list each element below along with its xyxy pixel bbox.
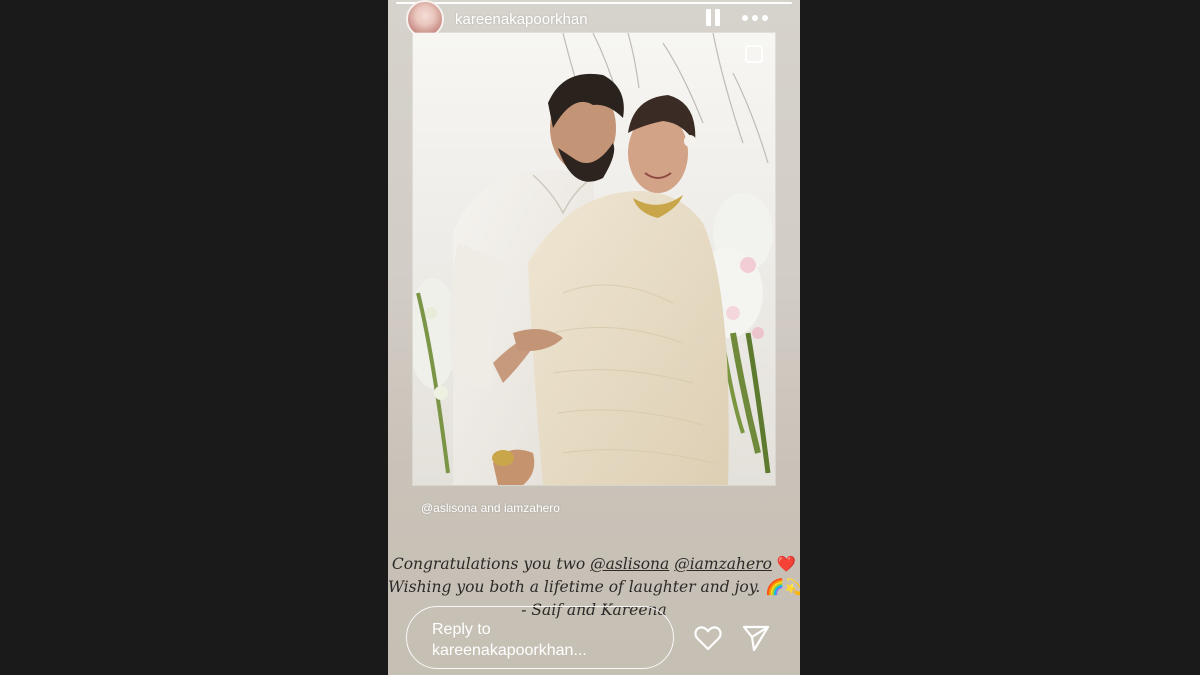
- caption-mention-2[interactable]: @iamzahero: [674, 555, 772, 573]
- instagram-story[interactable]: kareenakapoorkhan @aslisona and iamzaher…: [388, 0, 800, 675]
- mention-handle-1[interactable]: @aslisona: [421, 501, 477, 515]
- pause-icon[interactable]: [706, 9, 722, 27]
- caption-line-1: Congratulations you two @aslisona @iamza…: [388, 553, 800, 576]
- mention-handle-2[interactable]: iamzahero: [504, 501, 560, 515]
- caption-mention-1[interactable]: @aslisona: [590, 555, 669, 573]
- send-icon[interactable]: [742, 624, 770, 652]
- heart-icon[interactable]: [694, 625, 722, 651]
- caption-prefix: Congratulations you two: [391, 555, 586, 573]
- copy-icon: [745, 45, 763, 63]
- couple-photo-illustration: [413, 33, 775, 485]
- mention-tag[interactable]: @aslisona and iamzahero: [421, 501, 560, 515]
- story-header: kareenakapoorkhan: [406, 0, 786, 38]
- story-username[interactable]: kareenakapoorkhan: [455, 11, 595, 28]
- reply-placeholder-line-2: kareenakapoorkhan...: [432, 642, 587, 659]
- more-options-icon[interactable]: [742, 8, 772, 28]
- caption-wish-text: Wishing you both a lifetime of laughter …: [388, 578, 761, 596]
- red-heart-emoji: ❤️: [776, 555, 797, 573]
- caption-line-2: Wishing you both a lifetime of laughter …: [388, 576, 800, 599]
- shared-post-photo[interactable]: [413, 33, 775, 485]
- rainbow-sparkle-emoji: 🌈💫: [765, 578, 800, 596]
- reply-placeholder-line-1: Reply to: [432, 621, 491, 638]
- reply-input[interactable]: Reply to kareenakapoorkhan...: [406, 606, 674, 669]
- mention-joiner: and: [480, 501, 501, 515]
